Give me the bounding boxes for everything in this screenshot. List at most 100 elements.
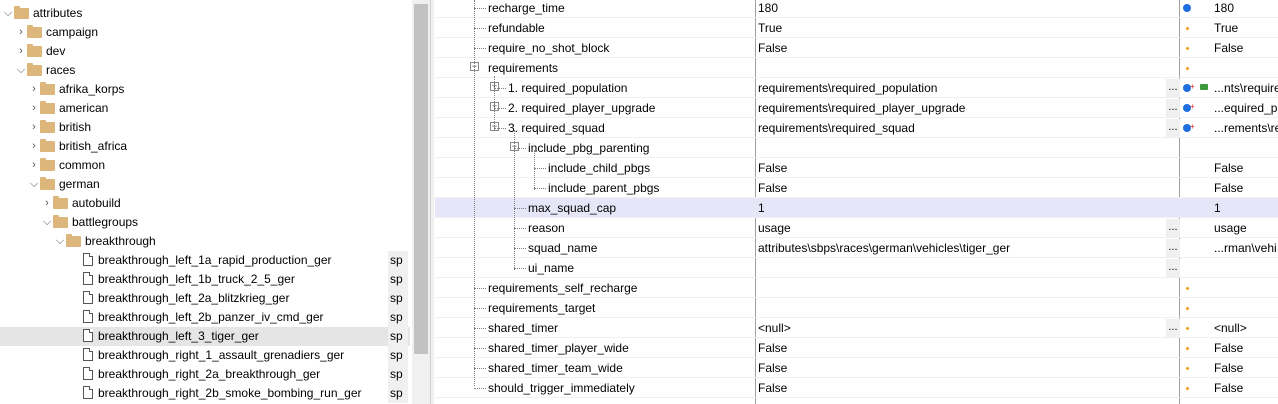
property-parent-value: False [1214, 361, 1244, 375]
tree-folder-item[interactable]: › american [0, 99, 410, 118]
tree-file-item[interactable]: breakthrough_left_2a_blitzkrieg_ger sp [0, 289, 410, 308]
property-value[interactable]: False [758, 178, 787, 198]
property-value[interactable]: requirements\required_player_upgrade [758, 98, 965, 118]
tree-item-label: dev [46, 44, 66, 58]
property-row[interactable]: refundable True True [435, 18, 1278, 38]
property-row[interactable]: ui_name... [435, 258, 1278, 278]
chevron-right-icon[interactable]: › [15, 42, 27, 61]
property-row[interactable]: +2. required_player_upgrade requirements\… [435, 98, 1278, 118]
tree-folder-item[interactable]: ⌵ attributes [0, 4, 410, 23]
property-row[interactable]: −3. required_squad requirements\required_… [435, 118, 1278, 138]
tree-folder-item[interactable]: › afrika_korps [0, 80, 410, 99]
property-row[interactable]: squad_name attributes\sbps\races\german\v… [435, 238, 1278, 258]
property-name: shared_timer_player_wide [488, 341, 629, 355]
tree-guide-line [514, 228, 526, 229]
property-row[interactable]: shared_timer_team_wide False False [435, 358, 1278, 378]
property-row[interactable]: include_child_pbgs False False [435, 158, 1278, 178]
browse-button[interactable]: ... [1166, 239, 1180, 257]
tree-folder-item[interactable]: ⌵ races [0, 61, 410, 80]
property-value[interactable]: False [758, 158, 787, 178]
chevron-down-icon[interactable]: ⌵ [54, 232, 66, 251]
chevron-down-icon[interactable]: ⌵ [41, 213, 53, 232]
property-row[interactable]: − include_pbg_parenting [435, 138, 1278, 158]
chevron-down-icon[interactable]: ⌵ [28, 175, 40, 194]
property-row[interactable]: requirements_target [435, 298, 1278, 318]
tree-item-label: afrika_korps [59, 82, 125, 96]
chevron-right-icon[interactable]: › [28, 156, 40, 175]
chevron-right-icon[interactable]: › [41, 194, 53, 213]
folder-icon [27, 44, 42, 57]
property-row[interactable]: should_trigger_immediately False False [435, 378, 1278, 398]
tree-folder-item[interactable]: › british [0, 118, 410, 137]
tree-item-label: breakthrough_left_3_tiger_ger [98, 329, 259, 343]
property-row[interactable]: require_no_shot_block False False [435, 38, 1278, 58]
tree-folder-item[interactable]: › autobuild [0, 194, 410, 213]
property-value[interactable]: False [758, 38, 787, 58]
property-value[interactable]: False [758, 378, 787, 398]
browse-button[interactable]: ... [1166, 319, 1180, 337]
tree-file-item[interactable]: breakthrough_right_2a_breakthrough_ger sp [0, 365, 410, 384]
tree-file-item[interactable]: breakthrough_left_1b_truck_2_5_ger sp [0, 270, 410, 289]
tree-file-item[interactable]: breakthrough_right_1_assault_grenadiers_… [0, 346, 410, 365]
property-parent-value: False [1214, 341, 1244, 355]
property-row[interactable]: requirements_self_recharge [435, 278, 1278, 298]
property-parent-value: ...nts\require [1214, 81, 1278, 95]
browse-button[interactable]: ... [1166, 219, 1180, 237]
property-row[interactable]: include_parent_pbgs False False [435, 178, 1278, 198]
tree-folder-item[interactable]: › campaign [0, 23, 410, 42]
chevron-right-icon[interactable]: › [28, 80, 40, 99]
tree-file-item[interactable]: breakthrough_left_1a_rapid_production_ge… [0, 251, 410, 270]
tree-folder-item[interactable]: ⌵ breakthrough [0, 232, 410, 251]
property-parent-value: False [1214, 41, 1244, 55]
browse-button[interactable]: ... [1166, 99, 1180, 117]
tree-scrollbar-thumb[interactable] [414, 4, 428, 354]
property-row[interactable]: shared_timer_player_wide False False [435, 338, 1278, 358]
browse-button[interactable]: ... [1166, 119, 1180, 137]
tree-guide-line [474, 388, 486, 389]
tree-guide-line [474, 28, 486, 29]
chevron-right-icon[interactable]: › [28, 99, 40, 118]
property-value[interactable]: 1 [758, 198, 765, 218]
folder-icon [14, 6, 29, 19]
property-row[interactable]: max_squad_cap 1 1 [435, 198, 1278, 218]
pane-splitter[interactable] [430, 0, 434, 404]
property-value[interactable]: True [758, 18, 782, 38]
property-value[interactable]: <null> [758, 318, 791, 338]
property-parent-value: <null> [1214, 321, 1247, 335]
tree-item-label: races [46, 63, 76, 77]
override-marker-icon [1183, 4, 1191, 12]
tree-folder-item[interactable]: › common [0, 156, 410, 175]
property-value[interactable]: usage [758, 218, 791, 238]
tree-file-item[interactable]: breakthrough_left_3_tiger_ger sp [0, 327, 410, 346]
property-value[interactable]: False [758, 338, 787, 358]
browse-button[interactable]: ... [1166, 259, 1180, 277]
property-value[interactable]: 180 [758, 0, 778, 18]
property-value[interactable]: False [758, 358, 787, 378]
chevron-right-icon[interactable]: › [28, 118, 40, 137]
file-icon [83, 291, 93, 304]
tree-folder-item[interactable]: ⌵ battlegroups [0, 213, 410, 232]
property-row[interactable]: − requirements [435, 58, 1278, 78]
property-row[interactable]: recharge_time 180 180 [435, 0, 1278, 18]
property-value[interactable]: requirements\required_population [758, 78, 937, 98]
tree-item-suffix: sp [388, 308, 408, 327]
property-row[interactable]: reason usage... usage [435, 218, 1278, 238]
browse-button[interactable]: ... [1166, 79, 1180, 97]
chevron-down-icon[interactable]: ⌵ [15, 61, 27, 80]
tree-folder-item[interactable]: › dev [0, 42, 410, 61]
property-name: squad_name [528, 241, 598, 255]
property-row[interactable]: +1. required_population requirements\requ… [435, 78, 1278, 98]
property-value[interactable]: requirements\required_squad [758, 118, 915, 138]
tree-file-item[interactable]: breakthrough_right_2b_smoke_bombing_run_… [0, 384, 410, 403]
tree-folder-item[interactable]: ⌵ german [0, 175, 410, 194]
property-value[interactable]: attributes\sbps\races\german\vehicles\ti… [758, 238, 1010, 258]
chevron-right-icon[interactable]: › [28, 137, 40, 156]
tree-folder-item[interactable]: › british_africa [0, 137, 410, 156]
chevron-down-icon[interactable]: ⌵ [2, 4, 14, 23]
chevron-right-icon[interactable]: › [15, 23, 27, 42]
tree-file-item[interactable]: breakthrough_left_2b_panzer_iv_cmd_ger sp [0, 308, 410, 327]
tree-item-suffix: sp [388, 365, 408, 384]
property-row[interactable]: shared_timer <null>... <null> [435, 318, 1278, 338]
file-icon [83, 348, 93, 361]
tree-scrollbar[interactable] [412, 0, 430, 404]
